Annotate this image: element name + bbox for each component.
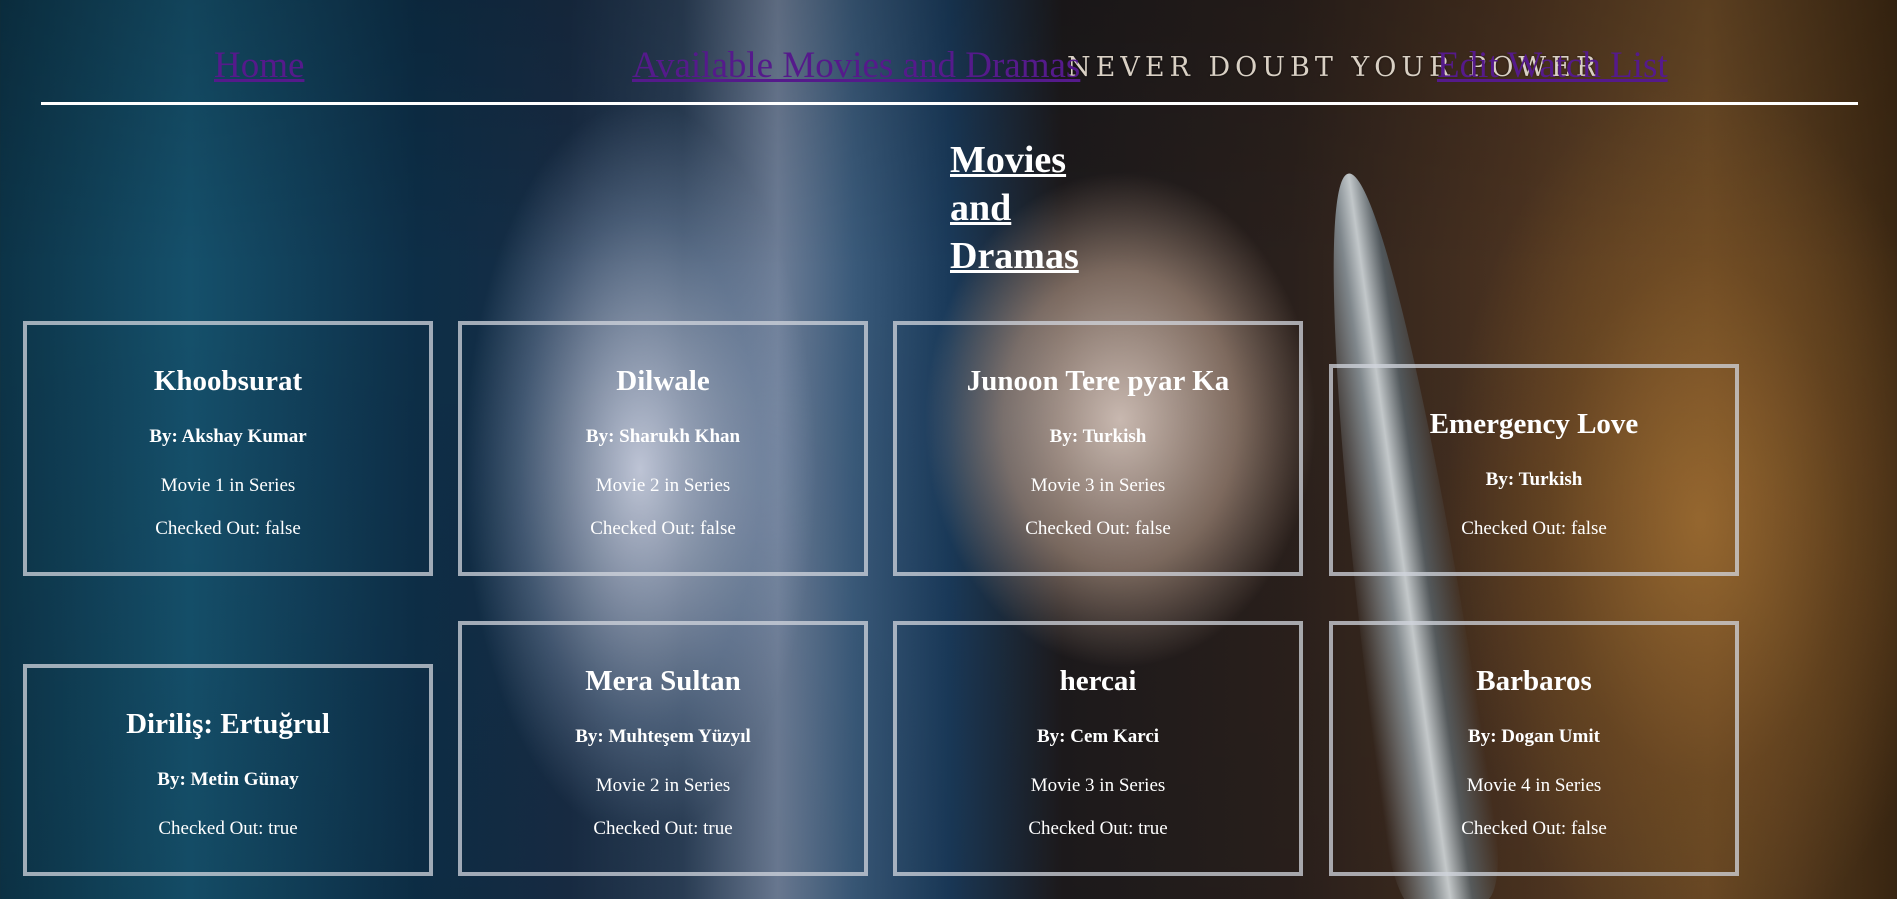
nav-link-available-movies[interactable]: Available Movies and Dramas xyxy=(632,44,1080,87)
movie-title: Khoobsurat xyxy=(153,365,303,397)
movie-series: Movie 2 in Series xyxy=(595,775,731,796)
movie-author: By: Muhteşem Yüzyıl xyxy=(575,726,751,747)
movie-series: Movie 4 in Series xyxy=(1466,775,1602,796)
movie-title: Junoon Tere pyar Ka xyxy=(966,365,1230,397)
movie-card: Khoobsurat By: Akshay Kumar Movie 1 in S… xyxy=(23,321,433,576)
movie-series: Movie 3 in Series xyxy=(1030,475,1166,496)
movie-author: By: Turkish xyxy=(1485,469,1583,490)
movie-author: By: Turkish xyxy=(1049,426,1147,447)
movie-checked-out: Checked Out: false xyxy=(1025,518,1171,539)
movie-card: hercai By: Cem Karci Movie 3 in Series C… xyxy=(893,621,1303,876)
movie-author: By: Akshay Kumar xyxy=(149,426,307,447)
movie-author: By: Cem Karci xyxy=(1036,726,1160,747)
movie-series: Movie 1 in Series xyxy=(160,475,296,496)
movie-card: Junoon Tere pyar Ka By: Turkish Movie 3 … xyxy=(893,321,1303,576)
movie-title: Emergency Love xyxy=(1429,408,1639,440)
nav-link-edit-watch-list[interactable]: Edit Watch List xyxy=(1437,44,1668,87)
movie-card: Dilwale By: Sharukh Khan Movie 2 in Seri… xyxy=(458,321,868,576)
top-navigation: Home Available Movies and Dramas Edit Wa… xyxy=(0,0,1897,90)
movie-card: Mera Sultan By: Muhteşem Yüzyıl Movie 2 … xyxy=(458,621,868,876)
movie-title: Barbaros xyxy=(1476,665,1592,697)
movie-title: Diriliş: Ertuğrul xyxy=(126,708,330,740)
movie-checked-out: Checked Out: true xyxy=(593,818,733,839)
movie-checked-out: Checked Out: false xyxy=(1461,818,1607,839)
movie-series: Movie 2 in Series xyxy=(595,475,731,496)
movie-author: By: Dogan Umit xyxy=(1468,726,1600,747)
movie-author: By: Metin Günay xyxy=(157,769,299,790)
movie-title: Dilwale xyxy=(616,365,710,397)
nav-divider xyxy=(41,102,1858,105)
movie-checked-out: Checked Out: false xyxy=(1461,518,1607,539)
movie-card: Barbaros By: Dogan Umit Movie 4 in Serie… xyxy=(1329,621,1739,876)
movie-checked-out: Checked Out: false xyxy=(590,518,736,539)
page-title: Movies and Dramas xyxy=(950,139,1079,277)
movie-title: hercai xyxy=(1059,665,1137,697)
nav-link-home[interactable]: Home xyxy=(214,44,304,87)
movie-series: Movie 3 in Series xyxy=(1030,775,1166,796)
movie-checked-out: Checked Out: true xyxy=(158,818,298,839)
movie-checked-out: Checked Out: false xyxy=(155,518,301,539)
movie-title: Mera Sultan xyxy=(585,665,741,697)
movie-checked-out: Checked Out: true xyxy=(1028,818,1168,839)
movie-card: Diriliş: Ertuğrul By: Metin Günay Checke… xyxy=(23,664,433,876)
movie-card: Emergency Love By: Turkish Checked Out: … xyxy=(1329,364,1739,576)
movie-author: By: Sharukh Khan xyxy=(585,426,741,447)
